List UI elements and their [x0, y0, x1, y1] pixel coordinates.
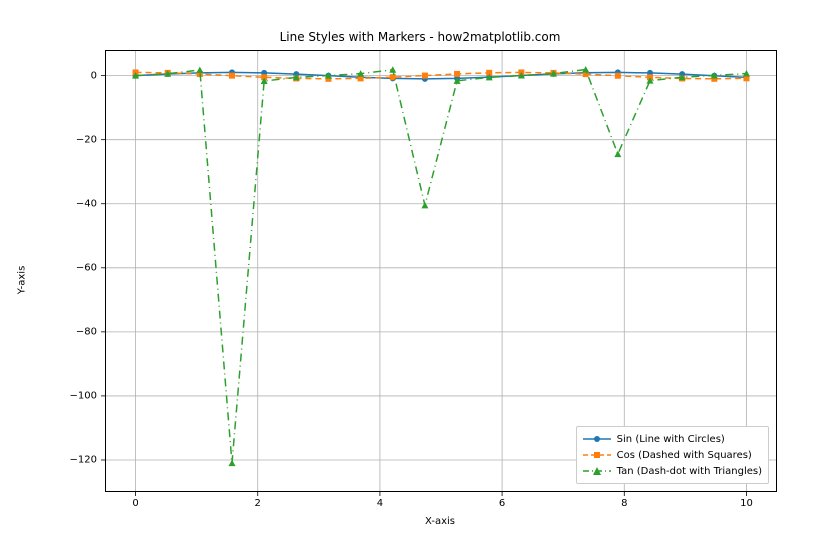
legend-label-sin: Sin (Line with Circles) [617, 434, 725, 445]
x-tick-label: 8 [604, 498, 644, 509]
x-tick-label: 10 [726, 498, 766, 509]
y-tick-label: −120 [57, 454, 97, 465]
chart-figure: Line Styles with Markers - how2matplotli… [0, 0, 840, 560]
series-marker [421, 202, 428, 209]
legend-swatch-tan [583, 464, 611, 478]
y-tick-label: −100 [57, 390, 97, 401]
legend-label-tan: Tan (Dash-dot with Triangles) [617, 466, 762, 477]
y-tick-label: 0 [57, 70, 97, 81]
series-marker [196, 67, 203, 74]
x-tick-label: 2 [238, 498, 278, 509]
legend-entry-tan: Tan (Dash-dot with Triangles) [583, 463, 762, 479]
legend-entry-sin: Sin (Line with Circles) [583, 431, 762, 447]
x-tick-label: 4 [360, 498, 400, 509]
series-marker [615, 73, 621, 79]
x-tick-label: 0 [116, 498, 156, 509]
y-tick-label: −40 [57, 198, 97, 209]
legend-label-cos: Cos (Dashed with Squares) [617, 450, 752, 461]
x-tick-label: 6 [482, 498, 522, 509]
legend-swatch-cos [583, 448, 611, 462]
y-tick-label: −20 [57, 134, 97, 145]
plot-area: 0246810 0−20−40−60−80−100−120 Sin (Line … [105, 50, 777, 492]
legend: Sin (Line with Circles) Cos (Dashed with… [576, 426, 769, 484]
y-tick-label: −60 [57, 262, 97, 273]
y-tick-label: −80 [57, 326, 97, 337]
series-marker [229, 73, 235, 79]
series-marker [229, 460, 236, 467]
chart-title: Line Styles with Markers - how2matplotli… [0, 30, 840, 44]
legend-swatch-sin [583, 432, 611, 446]
series-line [136, 70, 747, 464]
x-axis-label: X-axis [105, 516, 775, 527]
series-marker [422, 73, 428, 79]
y-axis-label: Y-axis [17, 266, 28, 295]
series-marker [454, 71, 460, 77]
legend-entry-cos: Cos (Dashed with Squares) [583, 447, 762, 463]
series-marker [614, 151, 621, 158]
